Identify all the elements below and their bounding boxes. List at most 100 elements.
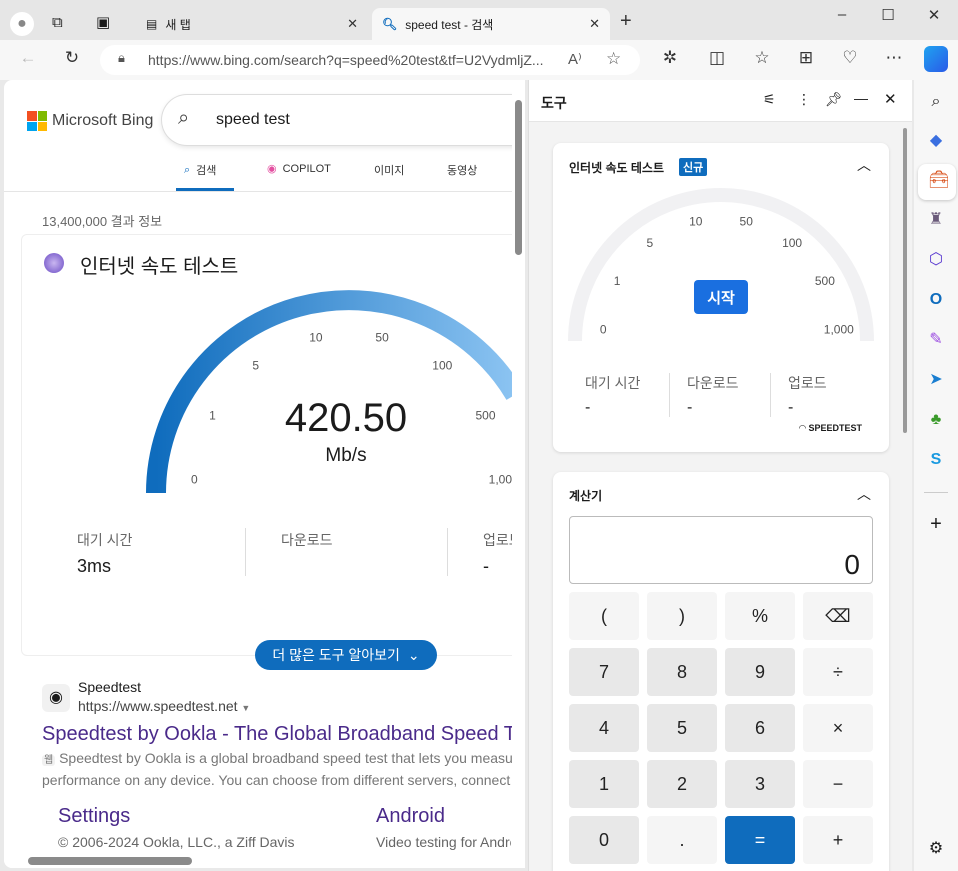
calc-key[interactable]: × <box>803 704 873 752</box>
close-tab-icon[interactable]: ✕ <box>589 16 600 32</box>
calc-key[interactable]: 3 <box>725 760 795 808</box>
result-title-link[interactable]: Speedtest by Ookla - The Global Broadban… <box>42 723 525 746</box>
calc-key[interactable]: 2 <box>647 760 717 808</box>
calc-key[interactable]: 0 <box>569 816 639 864</box>
tab-label: speed test - 검색 <box>405 17 494 32</box>
lock-icon: 🔒︎ <box>118 50 125 65</box>
close-tab-icon[interactable]: ✕ <box>347 16 358 32</box>
calc-key[interactable]: 5 <box>647 704 717 752</box>
calc-key[interactable]: ) <box>647 592 717 640</box>
calc-key[interactable]: + <box>803 816 873 864</box>
snippet-line: performance on any device. You can choos… <box>42 772 511 788</box>
close-panel-icon[interactable]: ✕ <box>884 90 897 108</box>
result-url[interactable]: https://www.speedtest.net ▼ <box>78 698 250 714</box>
vertical-tabs-icon[interactable]: ▣ <box>96 13 110 31</box>
stat-latency: 대기 시간 3ms <box>77 530 132 577</box>
gauge-tick-label: 100 <box>782 236 802 250</box>
extensions-icon[interactable]: ✲ <box>658 48 682 68</box>
sublink-settings[interactable]: Settings <box>58 805 130 828</box>
calc-key[interactable]: 6 <box>725 704 795 752</box>
panel-scrollbar[interactable] <box>903 128 907 433</box>
calc-key[interactable]: 8 <box>647 648 717 696</box>
gauge-tick-label: 100 <box>432 358 452 372</box>
add-icon[interactable]: + <box>924 512 948 536</box>
gauge-tick-label: 500 <box>815 274 835 288</box>
new-tab-button[interactable]: + <box>620 10 632 33</box>
speedtest-favicon: ◉ <box>42 684 70 712</box>
tree-icon[interactable]: ♣ <box>924 408 948 432</box>
tab-label: 새 탭 <box>165 17 191 32</box>
more-menu-icon[interactable]: ⋯ <box>882 48 906 68</box>
back-button[interactable]: ← <box>16 48 40 68</box>
speed-gauge: 01510 501005001,000 <box>146 290 524 494</box>
bing-page: Microsoft Bing ⌕ speed test ⌕ 검색 ◉ COPILOT… <box>4 80 525 868</box>
calc-key[interactable]: 1 <box>569 760 639 808</box>
stat-label: 대기 시간 <box>585 375 641 391</box>
maximize-button[interactable]: ☐ <box>878 6 898 24</box>
settings-gear-icon[interactable]: ⚙ <box>924 837 948 861</box>
read-aloud-icon[interactable]: A⁾ <box>568 50 582 68</box>
calc-key[interactable]: ÷ <box>803 648 873 696</box>
split-screen-icon[interactable]: ◫ <box>705 48 729 68</box>
address-bar[interactable]: 🔒︎ https://www.bing.com/search?q=speed%2… <box>100 45 640 75</box>
minimize-button[interactable]: – <box>832 6 852 23</box>
tools-button[interactable]: 🧰︎ <box>918 164 956 200</box>
scrollbar-thumb[interactable] <box>28 857 192 865</box>
stat-value: - <box>687 399 693 416</box>
minimize-panel-icon[interactable]: — <box>854 90 868 106</box>
gauge-tick-label: 500 <box>475 409 495 423</box>
horizontal-scrollbar[interactable] <box>4 854 525 868</box>
calc-key[interactable]: ⌫ <box>803 592 873 640</box>
microsoft365-icon[interactable]: ⬡ <box>924 248 948 272</box>
stat-value: - <box>788 399 794 416</box>
gauge-tick-label: 50 <box>740 215 754 229</box>
search-icon[interactable]: ⌕ <box>924 90 948 114</box>
pin-icon[interactable]: 📌︎ <box>825 91 843 108</box>
browser-essentials-icon[interactable]: ♡ <box>838 48 862 68</box>
tab-speed-test[interactable]: 🔍︎ speed test - 검색 ✕ <box>372 8 610 40</box>
favorites-icon[interactable]: ☆ <box>750 48 774 68</box>
copilot-icon[interactable] <box>924 46 948 72</box>
favorite-star-icon[interactable]: ☆ <box>606 49 621 69</box>
calc-key[interactable]: 7 <box>569 648 639 696</box>
vertical-scrollbar[interactable] <box>512 80 525 856</box>
result-site: Speedtest <box>78 679 142 695</box>
caret-down-icon[interactable]: ▼ <box>241 703 250 713</box>
drop-icon[interactable]: ➤ <box>924 368 948 392</box>
speed-unit: Mb/s <box>325 445 367 466</box>
collections-icon[interactable]: ⊞ <box>794 48 818 68</box>
close-window-button[interactable]: ✕ <box>924 6 944 24</box>
calc-key[interactable]: . <box>647 816 717 864</box>
calc-key[interactable]: − <box>803 760 873 808</box>
outlook-icon[interactable]: O <box>924 288 948 312</box>
sublink-desc: © 2006-2024 Ookla, LLC., a Ziff Davis <box>58 834 295 850</box>
divider <box>447 528 448 576</box>
calc-key[interactable]: = <box>725 816 795 864</box>
profile-icon[interactable]: ● <box>10 12 34 36</box>
scrollbar-thumb[interactable] <box>515 100 522 255</box>
gauge-track <box>568 188 874 342</box>
speedtest-widget: 인터넷 속도 테스트 신규 ︿ 0 1 5 10 50 100 500 1,000 시작 대기… <box>553 143 889 452</box>
gauge-tick-label: 1 <box>209 409 216 423</box>
more-options-icon[interactable]: ⋮ <box>797 91 811 108</box>
games-icon[interactable]: ♜ <box>924 208 948 232</box>
result-snippet: 웹 Speedtest by Ookla is a global broadba… <box>42 750 525 766</box>
shopping-tag-icon[interactable]: ◆ <box>924 129 948 153</box>
calc-key[interactable]: % <box>725 592 795 640</box>
sublink-android[interactable]: Android <box>376 805 445 828</box>
gauge-tick-label: 10 <box>309 331 323 345</box>
start-button[interactable]: 시작 <box>694 280 748 314</box>
tab-new-tab[interactable]: ▤ 새 탭 ✕ <box>136 8 368 40</box>
toolbox-icon: 🧰︎ <box>928 170 950 189</box>
workspaces-icon[interactable]: ⧉ <box>52 14 63 31</box>
calc-key[interactable]: ( <box>569 592 639 640</box>
skype-icon[interactable]: S <box>924 448 948 472</box>
brand-text: SPEEDTEST <box>808 423 862 433</box>
customize-icon[interactable]: ⚟ <box>763 91 776 108</box>
calc-key[interactable]: 4 <box>569 704 639 752</box>
more-tools-button[interactable]: 더 많은 도구 알아보기 ⌄ <box>255 640 437 670</box>
refresh-button[interactable]: ↻ <box>60 48 84 68</box>
calc-key[interactable]: 9 <box>725 648 795 696</box>
collapse-chevron-icon[interactable]: ︿ <box>857 484 871 504</box>
designer-icon[interactable]: ✎ <box>924 328 948 352</box>
